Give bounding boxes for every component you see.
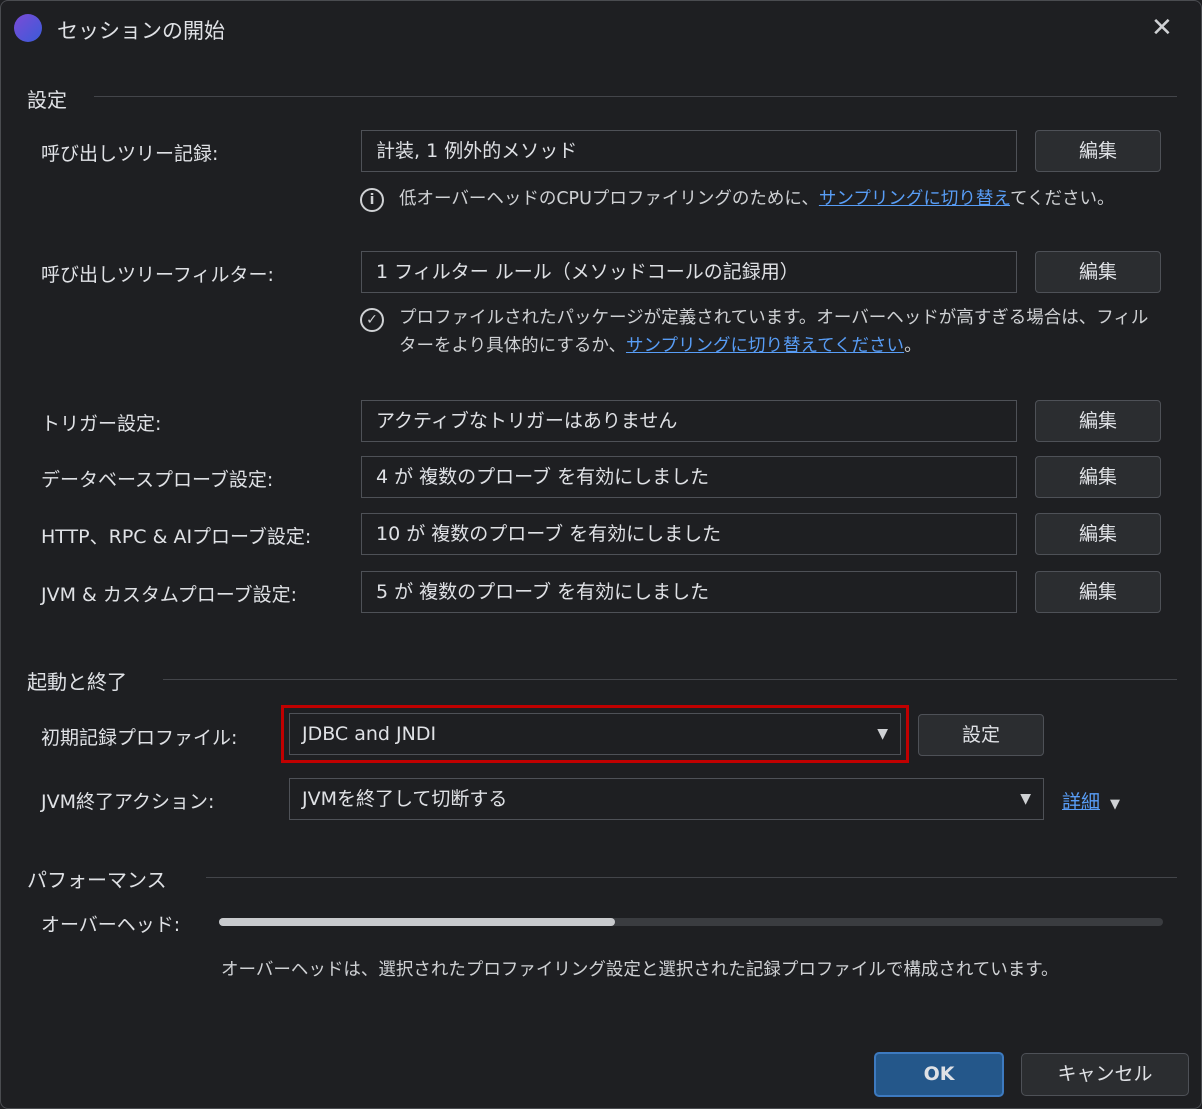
dialog-title: セッションの開始 xyxy=(57,19,225,43)
switch-sampling-link[interactable]: サンプリングに切り替え xyxy=(819,189,1010,209)
ok-button[interactable]: OK xyxy=(874,1052,1004,1097)
check-circle-icon: ✓ xyxy=(360,308,384,332)
chevron-down-icon: ▼ xyxy=(1110,797,1121,812)
recording-profile-select[interactable]: JDBC and JNDI ▼ xyxy=(289,713,901,755)
setting-label: HTTP、RPC & AIプローブ設定: xyxy=(41,526,312,548)
setting-label: トリガー設定: xyxy=(41,413,162,435)
setting-value-field: 計装, 1 例外的メソッド xyxy=(361,130,1017,172)
app-icon xyxy=(14,14,42,42)
filter-note: プロファイルされたパッケージが定義されています。オーバーヘッドが高すぎる場合は、… xyxy=(399,308,1149,356)
section-settings: 設定 xyxy=(27,88,67,112)
overhead-label: オーバーヘッド: xyxy=(41,914,181,936)
overhead-bar xyxy=(219,918,1163,926)
details-link[interactable]: 詳細 ▼ xyxy=(1062,787,1120,814)
setting-value-field: アクティブなトリガーはありません xyxy=(361,400,1017,442)
exit-action-select[interactable]: JVMを終了して切断する ▼ xyxy=(289,778,1044,820)
profile-settings-button[interactable]: 設定 xyxy=(918,714,1044,756)
profile-label: 初期記録プロファイル: xyxy=(41,727,238,749)
divider xyxy=(163,679,1177,680)
setting-value-field: 1 フィルター ルール（メソッドコールの記録用） xyxy=(361,251,1017,293)
session-start-dialog: セッションの開始 ✕ 設定 呼び出しツリー記録: 計装, 1 例外的メソッド 編… xyxy=(0,0,1202,1109)
cancel-button[interactable]: キャンセル xyxy=(1021,1053,1189,1096)
edit-button[interactable]: 編集 xyxy=(1035,130,1161,172)
overhead-bar-fill xyxy=(219,918,616,926)
divider xyxy=(94,96,1177,97)
setting-label: JVM & カスタムプローブ設定: xyxy=(41,584,298,606)
edit-button[interactable]: 編集 xyxy=(1035,571,1161,613)
edit-button[interactable]: 編集 xyxy=(1035,400,1161,442)
edit-button[interactable]: 編集 xyxy=(1035,513,1161,555)
section-startup: 起動と終了 xyxy=(27,670,127,694)
chevron-down-icon: ▼ xyxy=(877,726,888,742)
setting-label: データベースプローブ設定: xyxy=(41,469,274,491)
edit-button[interactable]: 編集 xyxy=(1035,251,1161,293)
section-performance: パフォーマンス xyxy=(27,868,167,892)
close-icon[interactable]: ✕ xyxy=(1151,13,1173,43)
exit-label: JVM終了アクション: xyxy=(41,791,215,813)
sampling-note: 低オーバーヘッドのCPUプロファイリングのために、サンプリングに切り替えてくださ… xyxy=(399,189,1115,209)
setting-value-field: 4 が 複数のプローブ を有効にしました xyxy=(361,456,1017,498)
divider xyxy=(206,877,1177,878)
info-icon: i xyxy=(360,188,384,212)
switch-sampling-link-2[interactable]: サンプリングに切り替えてください xyxy=(626,336,904,356)
edit-button[interactable]: 編集 xyxy=(1035,456,1161,498)
setting-label: 呼び出しツリー記録: xyxy=(41,143,219,165)
setting-value-field: 10 が 複数のプローブ を有効にしました xyxy=(361,513,1017,555)
setting-label: 呼び出しツリーフィルター: xyxy=(41,264,274,286)
chevron-down-icon: ▼ xyxy=(1020,791,1031,807)
setting-value-field: 5 が 複数のプローブ を有効にしました xyxy=(361,571,1017,613)
overhead-description: オーバーヘッドは、選択されたプロファイリング設定と選択された記録プロファイルで構… xyxy=(221,960,1059,980)
